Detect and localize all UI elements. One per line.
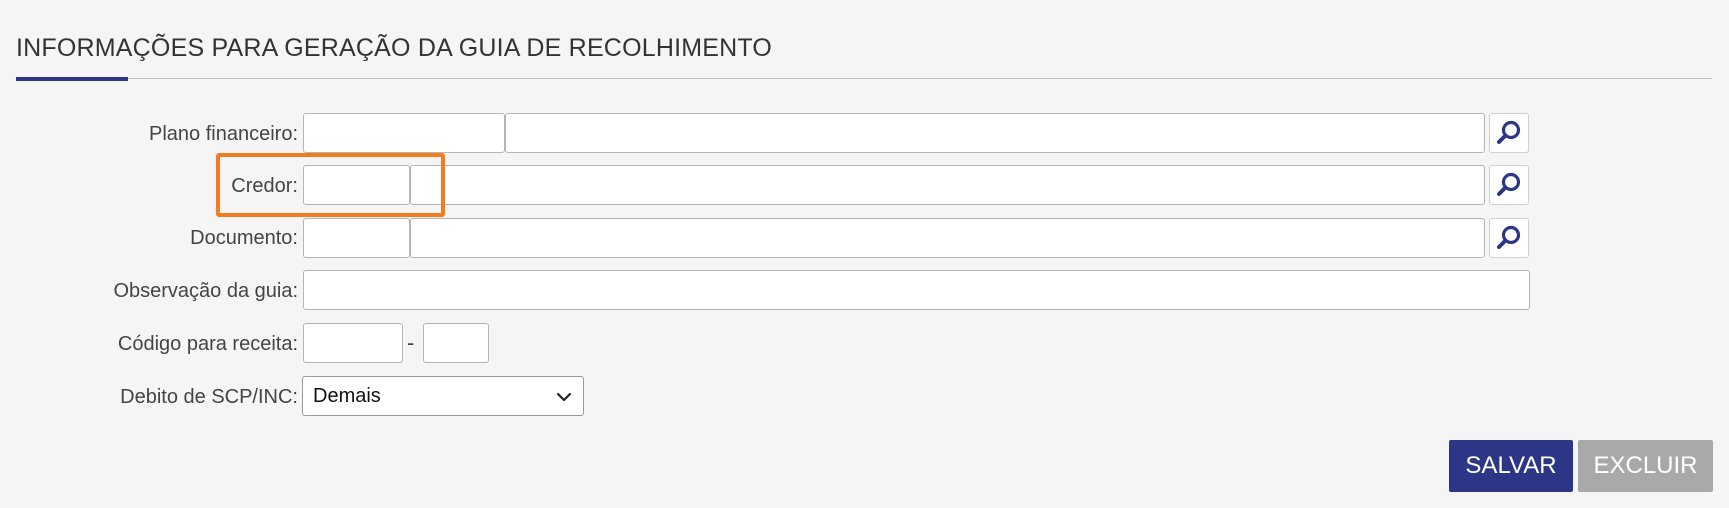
codigo-receita-part2-input[interactable] [423, 323, 489, 363]
plano-financeiro-code-input[interactable] [303, 113, 505, 153]
title-divider [16, 78, 1712, 79]
credor-description-input[interactable] [410, 165, 1485, 205]
save-button[interactable]: SALVAR [1449, 440, 1573, 492]
documento-label: Documento: [190, 227, 298, 249]
debito-select[interactable]: Demais [302, 376, 584, 416]
credor-search-button[interactable] [1489, 165, 1529, 205]
search-icon [1497, 120, 1521, 144]
documento-search-button[interactable] [1489, 218, 1529, 258]
credor-label: Credor: [231, 175, 298, 197]
observacao-label: Observação da guia: [113, 280, 298, 302]
documento-description-input[interactable] [410, 218, 1485, 258]
chevron-down-icon [556, 392, 572, 402]
delete-button[interactable]: EXCLUIR [1578, 440, 1713, 492]
codigo-receita-separator: - [407, 330, 415, 355]
debito-selected-value: Demais [313, 385, 381, 407]
title-accent-bar [16, 77, 128, 81]
credor-code-input[interactable] [303, 165, 410, 205]
documento-code-input[interactable] [303, 218, 410, 258]
codigo-receita-part1-input[interactable] [303, 323, 403, 363]
observacao-input[interactable] [303, 270, 1530, 310]
debito-label: Debito de SCP/INC: [120, 386, 298, 408]
plano-financeiro-description-input[interactable] [505, 113, 1485, 153]
plano-financeiro-search-button[interactable] [1489, 113, 1529, 153]
codigo-receita-label: Código para receita: [117, 333, 298, 355]
section-title: INFORMAÇÕES PARA GERAÇÃO DA GUIA DE RECO… [16, 34, 773, 62]
search-icon [1497, 172, 1521, 196]
search-icon [1497, 225, 1521, 249]
plano-financeiro-label: Plano financeiro: [149, 123, 298, 145]
